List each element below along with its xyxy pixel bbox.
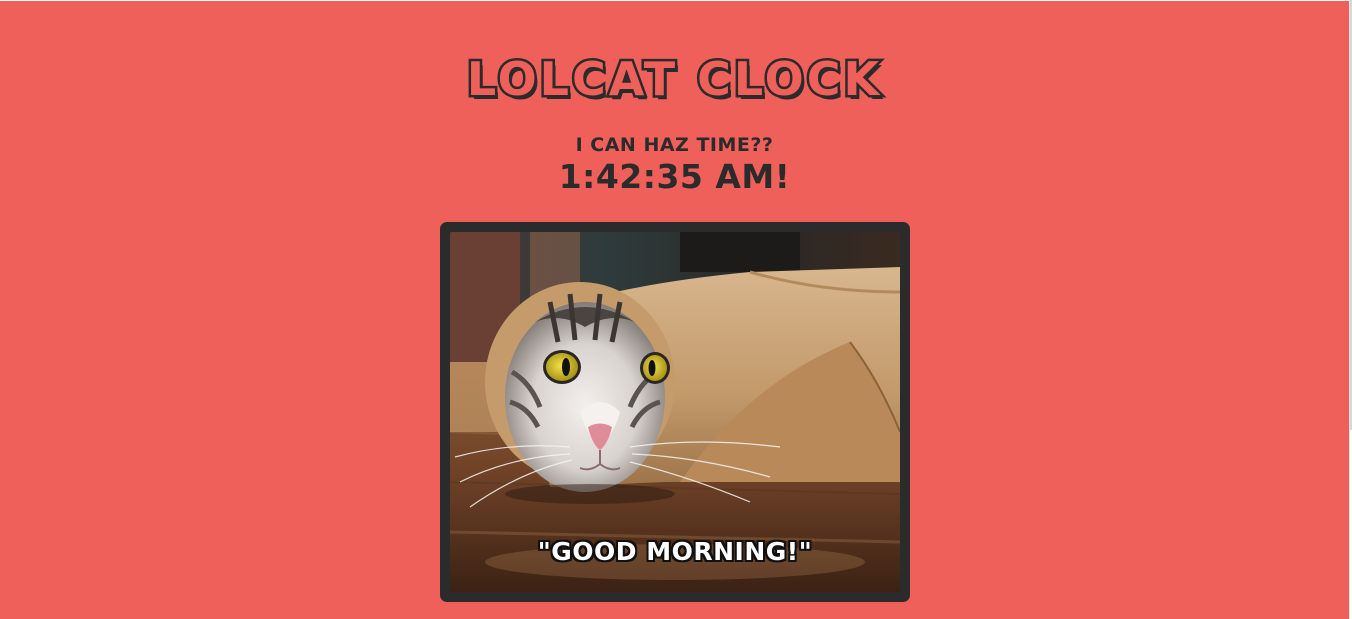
- clock-time: 1:42:35 AM!: [558, 157, 791, 196]
- lolcat-photo: "GOOD MORNING!": [450, 232, 900, 592]
- page-background: LOLCAT CLOCK I CAN HAZ TIME?? 1:42:35 AM…: [0, 1, 1349, 619]
- page-title: LOLCAT CLOCK: [464, 50, 883, 109]
- photo-caption: "GOOD MORNING!": [537, 537, 813, 566]
- photo-frame: "GOOD MORNING!": [440, 222, 910, 602]
- time-question: I CAN HAZ TIME??: [575, 134, 774, 156]
